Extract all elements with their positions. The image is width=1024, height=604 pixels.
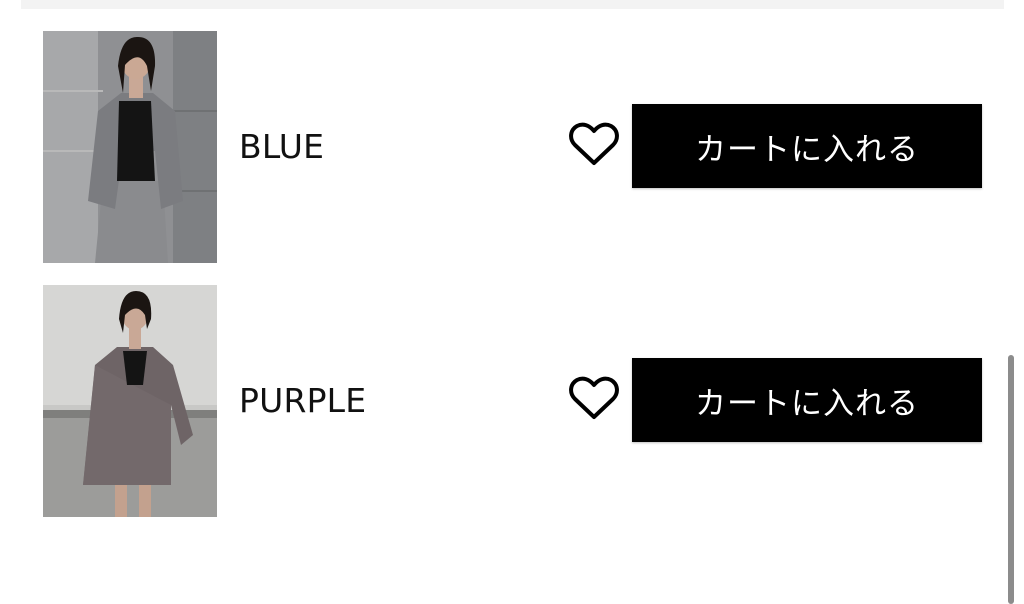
heart-outline-icon xyxy=(569,122,619,165)
heart-outline-icon xyxy=(569,376,619,419)
variant-color-label: BLUE xyxy=(239,127,325,166)
vertical-scrollbar[interactable] xyxy=(1008,355,1014,604)
product-photo-purple xyxy=(43,285,217,517)
product-thumbnail[interactable] xyxy=(43,285,217,517)
favorite-button[interactable] xyxy=(568,121,620,169)
product-variant-list-page: BLUE カートに入れる PURPLE カートに入れる xyxy=(0,0,1024,604)
variant-row: BLUE カートに入れる xyxy=(0,31,1024,263)
add-to-cart-button[interactable]: カートに入れる xyxy=(632,358,982,442)
add-to-cart-button[interactable]: カートに入れる xyxy=(632,104,982,188)
product-photo-blue xyxy=(43,31,217,263)
variant-color-label: PURPLE xyxy=(239,381,367,420)
favorite-button[interactable] xyxy=(568,375,620,423)
product-thumbnail[interactable] xyxy=(43,31,217,263)
previous-section-edge xyxy=(21,0,1004,9)
variant-row: PURPLE カートに入れる xyxy=(0,285,1024,517)
